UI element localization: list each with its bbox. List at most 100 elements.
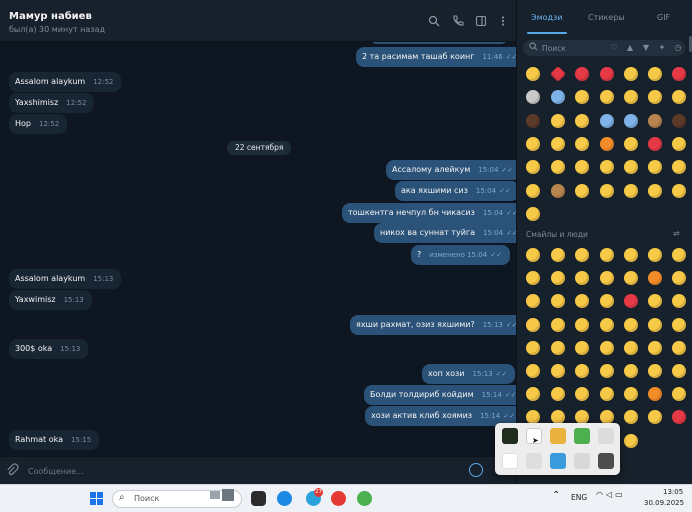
emoji-cell[interactable]: [600, 67, 614, 81]
emoji-cell[interactable]: [575, 271, 589, 286]
emoji-cell[interactable]: [672, 294, 686, 309]
message-bubble[interactable]: Hop 12:52: [9, 114, 68, 134]
emoji-cell[interactable]: [624, 136, 638, 151]
emoji-cell[interactable]: [672, 340, 686, 355]
emoji-cell[interactable]: [575, 248, 589, 262]
emoji-cell[interactable]: [624, 113, 638, 128]
emoji-cell[interactable]: [672, 67, 686, 81]
emoji-cell[interactable]: [526, 294, 540, 309]
emoji-cell[interactable]: [600, 317, 614, 332]
volume-icon[interactable]: ◁: [606, 490, 615, 499]
tab-gif[interactable]: GIF: [657, 13, 670, 22]
message-bubble[interactable]: ? изменено 15:04 ✓✓: [411, 245, 510, 265]
message-bubble[interactable]: Yaxwimisz 15:13: [9, 290, 92, 310]
message-bubble[interactable]: хоп хози 15:13 ✓✓: [422, 364, 516, 384]
emoji-cell[interactable]: [526, 317, 540, 332]
clock-icon[interactable]: ◷: [673, 43, 683, 53]
message-input[interactable]: [28, 464, 448, 478]
emoji-cell[interactable]: [600, 113, 614, 128]
emoji-cell[interactable]: [575, 317, 589, 332]
emoji-cell[interactable]: [575, 67, 589, 81]
emoji-cell[interactable]: [526, 364, 540, 378]
emoji-cell[interactable]: [551, 387, 565, 402]
emoji-cell[interactable]: [551, 317, 565, 332]
edge-browser-icon[interactable]: [277, 491, 292, 506]
emoji-cell[interactable]: [551, 113, 565, 128]
emoji-cell[interactable]: [672, 364, 686, 378]
message-bubble[interactable]: тошкентга нечпул бн чикасиз 15:04 ✓✓: [342, 203, 516, 223]
emoji-cell[interactable]: [624, 410, 638, 425]
emoji-cell[interactable]: [624, 433, 638, 448]
emoji-cell[interactable]: [600, 340, 614, 355]
emoji-cell[interactable]: [648, 387, 662, 402]
telegram-tray-icon[interactable]: [526, 453, 542, 469]
yandex-tray-icon[interactable]: [502, 453, 518, 469]
emoji-cell[interactable]: [648, 340, 662, 355]
emoji-cell[interactable]: [672, 271, 686, 286]
grid-tray-icon[interactable]: [598, 453, 614, 469]
emoji-cell[interactable]: [526, 340, 540, 355]
emoji-cell[interactable]: [526, 271, 540, 286]
emoji-cell[interactable]: [600, 294, 614, 309]
message-bubble[interactable]: Rahmat oka 15:15: [9, 430, 100, 450]
sidebar-toggle-icon[interactable]: [474, 15, 487, 28]
emoji-cell[interactable]: [624, 90, 638, 105]
emoji-cell[interactable]: [600, 387, 614, 402]
thumbs-up-icon[interactable]: ▲: [625, 43, 635, 53]
emoji-cell[interactable]: [648, 160, 662, 175]
emoji-search-input[interactable]: [542, 42, 602, 54]
emoji-cell[interactable]: [551, 183, 565, 198]
emoji-cell[interactable]: [575, 340, 589, 355]
chevron-up-icon[interactable]: ⌃: [552, 490, 560, 501]
task-view-icon[interactable]: [251, 491, 266, 506]
cloud-off-tray-icon[interactable]: [574, 453, 590, 469]
emoji-cell[interactable]: [551, 136, 565, 151]
more-menu-icon[interactable]: [496, 15, 509, 28]
emoji-cell[interactable]: [648, 271, 662, 286]
message-bubble[interactable]: яхши рахмат, озиз яхшими? 15:13 ✓✓: [350, 315, 516, 335]
tab-stickers[interactable]: Стикеры: [588, 13, 625, 22]
emoji-cell[interactable]: [600, 183, 614, 198]
emoji-cell[interactable]: [526, 387, 540, 402]
layers-tray-icon[interactable]: [550, 428, 566, 444]
thumbs-down-icon[interactable]: ▼: [641, 43, 651, 53]
emoji-cell[interactable]: [526, 90, 540, 105]
emoji-cell[interactable]: [600, 160, 614, 175]
chrome-profile-icon[interactable]: [357, 491, 372, 506]
emoji-cell[interactable]: [624, 387, 638, 402]
emoji-cell[interactable]: [575, 160, 589, 175]
chrome-browser-icon[interactable]: [331, 491, 346, 506]
contact-name[interactable]: Мамур набиев: [9, 11, 92, 22]
attach-icon[interactable]: [5, 463, 19, 477]
emoji-cell[interactable]: [526, 160, 540, 175]
message-bubble[interactable]: Ассалому алейкум 15:04 ✓✓: [386, 160, 516, 180]
emoji-cell[interactable]: [600, 364, 614, 378]
emoji-cell[interactable]: [551, 294, 565, 309]
message-bubble[interactable]: 300$ oka 15:13: [9, 339, 89, 359]
emoji-search-box[interactable]: ♡ ▲ ▼ ✦ ◷: [523, 40, 685, 56]
message-bubble[interactable]: Assalom alaykum 15:13: [9, 269, 122, 289]
message-bubble[interactable]: Assalom alaykum 12:52: [9, 72, 122, 92]
emoji-cell[interactable]: [600, 136, 614, 151]
emoji-cell[interactable]: [575, 387, 589, 402]
emoji-cell[interactable]: [526, 67, 540, 81]
system-tray-icons[interactable]: ◠◁▭: [596, 490, 626, 499]
emoji-cell[interactable]: [672, 113, 686, 128]
windows-start-icon[interactable]: [90, 492, 103, 505]
emoji-cell[interactable]: [648, 248, 662, 262]
emoji-cell[interactable]: [648, 410, 662, 425]
shield-tray-icon[interactable]: [550, 453, 566, 469]
emoji-cell[interactable]: [600, 271, 614, 286]
section-settings-icon[interactable]: ⇌: [673, 229, 680, 238]
emoji-cell[interactable]: [624, 160, 638, 175]
emoji-cell[interactable]: [648, 183, 662, 198]
emoji-cell[interactable]: [624, 364, 638, 378]
emoji-cell[interactable]: [575, 136, 589, 151]
emoji-cell[interactable]: [551, 248, 565, 262]
emoji-cell[interactable]: [624, 271, 638, 286]
message-list[interactable]: 2 та расимам ташаб коинг 11:46 ✓✓ Assalom …: [0, 42, 516, 456]
emoji-cell[interactable]: [575, 294, 589, 309]
wifi-icon[interactable]: ◠: [596, 490, 606, 499]
emoji-cell[interactable]: [672, 410, 686, 425]
emoji-cell[interactable]: [551, 90, 565, 105]
